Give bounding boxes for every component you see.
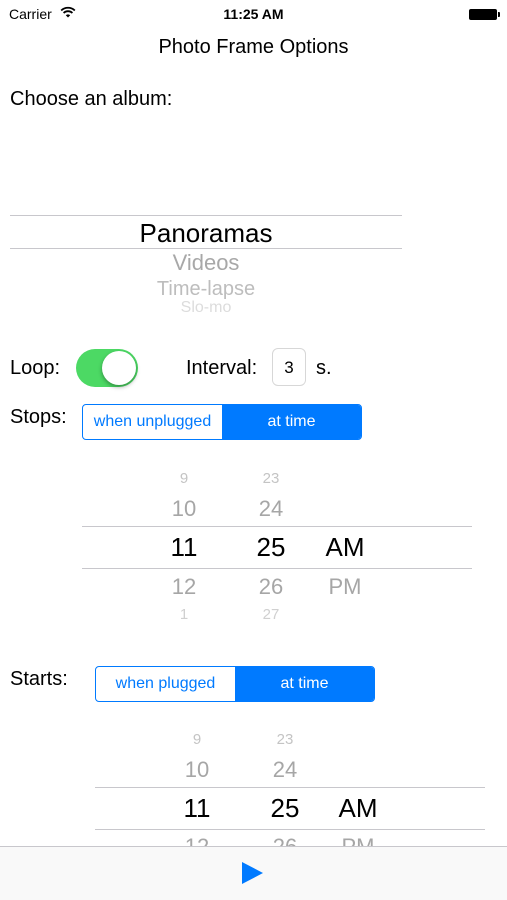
starts-minute[interactable]: 23: [255, 731, 315, 748]
album-picker-top-line: [10, 215, 402, 216]
stops-hour[interactable]: 10: [154, 496, 214, 522]
stops-segmented-control[interactable]: when unplugged at time: [82, 404, 362, 440]
album-option-selected[interactable]: Panoramas: [10, 218, 402, 249]
stops-hour[interactable]: 9: [154, 470, 214, 487]
interval-field[interactable]: 3: [272, 348, 306, 386]
starts-hour-selected[interactable]: 11: [167, 793, 227, 824]
stops-minute[interactable]: 24: [241, 496, 301, 522]
album-label: Choose an album:: [10, 88, 173, 110]
album-option[interactable]: Videos: [10, 250, 402, 276]
stops-ampm[interactable]: PM: [315, 574, 375, 600]
stops-minute[interactable]: 26: [241, 574, 301, 600]
starts-ampm-selected[interactable]: AM: [328, 793, 388, 824]
starts-picker-bottom-line: [95, 829, 485, 830]
segment-at-time[interactable]: at time: [222, 405, 361, 439]
stops-minute-selected[interactable]: 25: [241, 532, 301, 563]
album-option[interactable]: Slo-mo: [10, 299, 402, 313]
album-option[interactable]: Time-lapse: [10, 278, 402, 301]
stops-label: Stops:: [10, 406, 67, 428]
starts-picker-top-line: [95, 787, 485, 788]
status-bar: Carrier 11:25 AM: [0, 0, 507, 28]
loop-toggle[interactable]: [76, 349, 138, 387]
loop-label: Loop:: [10, 357, 61, 379]
segment-when-unplugged[interactable]: when unplugged: [83, 405, 222, 439]
starts-hour[interactable]: 12: [167, 834, 227, 846]
starts-label: Starts:: [10, 668, 68, 690]
play-icon[interactable]: [242, 862, 263, 884]
segment-when-plugged[interactable]: when plugged: [96, 667, 235, 701]
stops-minute[interactable]: 23: [241, 470, 301, 487]
starts-hour[interactable]: 9: [167, 731, 227, 748]
starts-hour[interactable]: 10: [167, 757, 227, 783]
stops-hour[interactable]: 12: [154, 574, 214, 600]
toggle-knob: [102, 351, 136, 385]
interval-unit: s.: [316, 357, 332, 379]
stops-hour-selected[interactable]: 11: [154, 532, 214, 563]
stops-picker-top-line: [82, 526, 472, 527]
starts-ampm[interactable]: PM: [328, 834, 388, 846]
starts-minute[interactable]: 24: [255, 757, 315, 783]
battery-icon: [469, 9, 500, 20]
toolbar-separator: [0, 846, 507, 847]
stops-ampm-selected[interactable]: AM: [315, 532, 375, 563]
stops-picker-bottom-line: [82, 568, 472, 569]
interval-label: Interval:: [186, 357, 258, 379]
clock-label: 11:25 AM: [223, 6, 284, 22]
starts-minute-selected[interactable]: 25: [255, 793, 315, 824]
starts-segmented-control[interactable]: when plugged at time: [95, 666, 375, 702]
starts-minute[interactable]: 26: [255, 834, 315, 846]
stops-minute[interactable]: 27: [241, 606, 301, 620]
page-title: Photo Frame Options: [158, 36, 349, 58]
segment-at-time[interactable]: at time: [235, 667, 374, 701]
stops-hour[interactable]: 1: [154, 606, 214, 620]
